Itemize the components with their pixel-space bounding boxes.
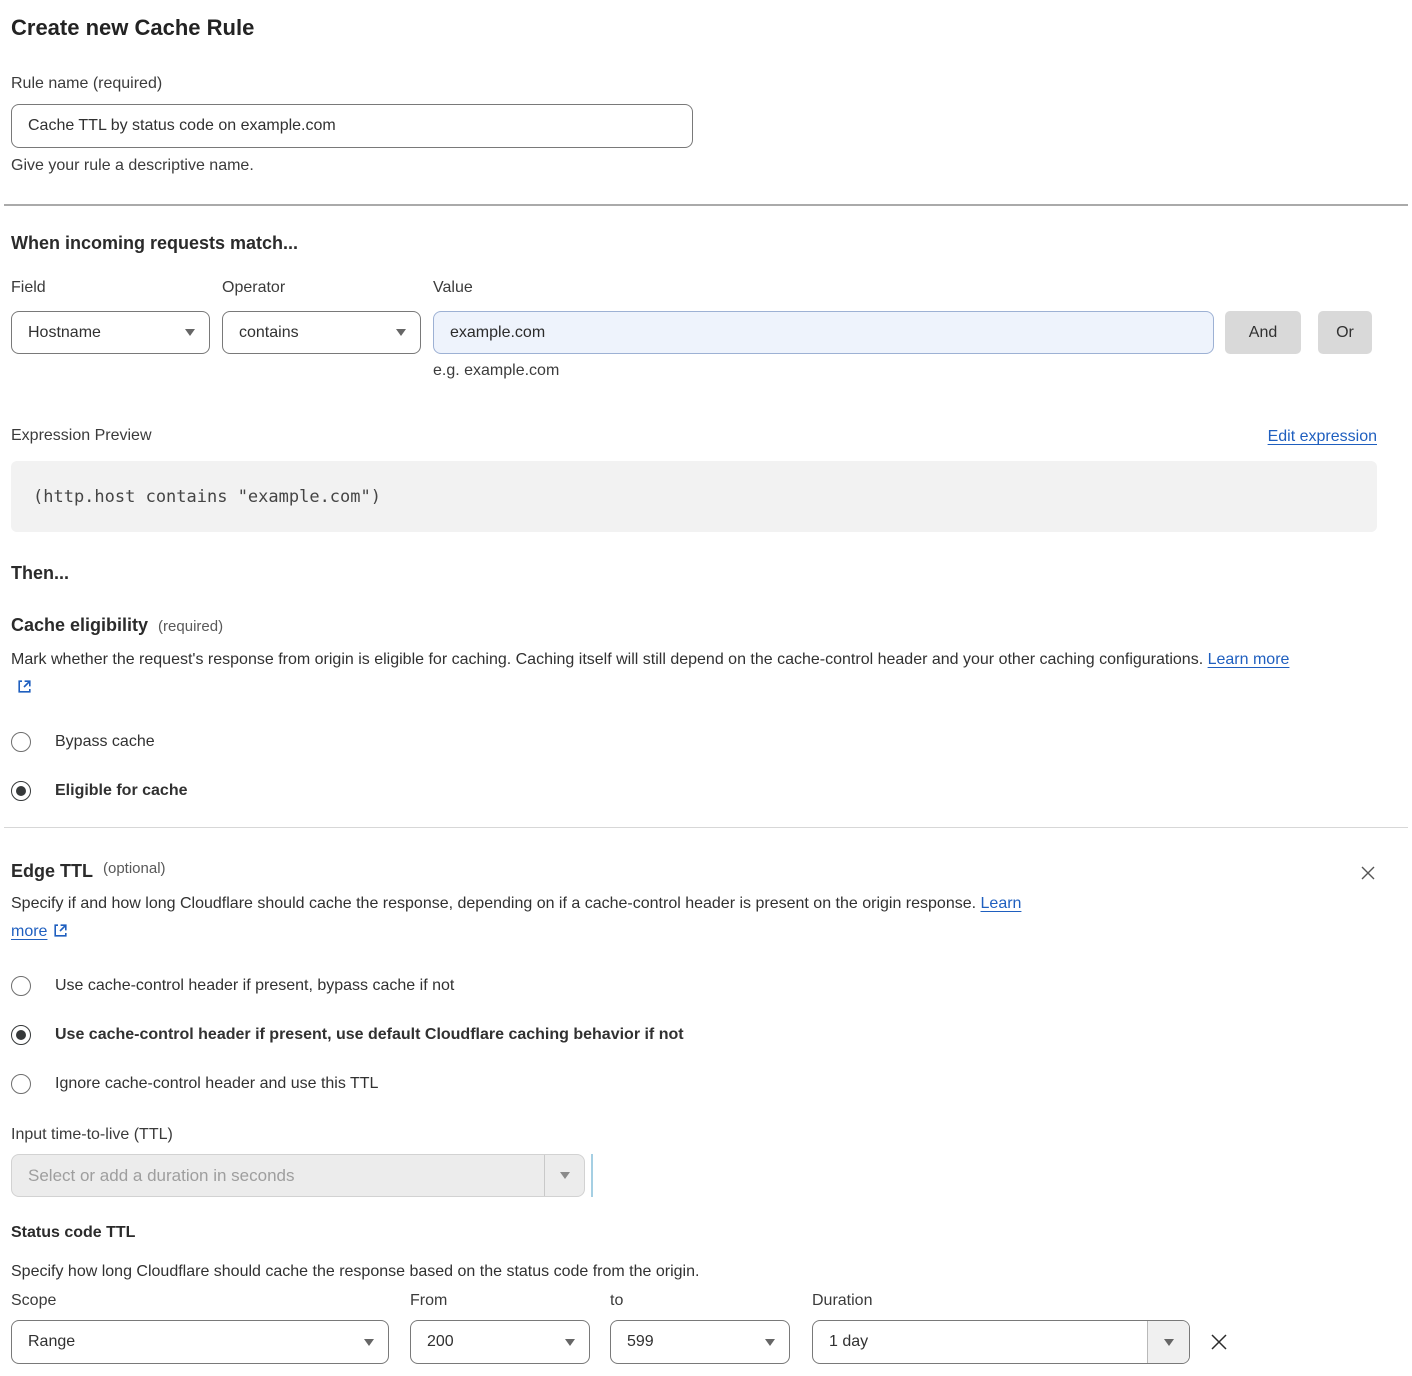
chevron-down-icon xyxy=(565,1339,575,1346)
radio-icon xyxy=(11,732,31,752)
value-label: Value xyxy=(433,278,1214,298)
radio-use-header-bypass[interactable]: Use cache-control header if present, byp… xyxy=(11,976,1377,996)
scope-select-value: Range xyxy=(28,1333,364,1351)
chevron-down-icon xyxy=(396,329,406,336)
from-label: From xyxy=(410,1291,590,1311)
ttl-select-placeholder: Select or add a duration in seconds xyxy=(12,1166,544,1186)
rule-name-label: Rule name (required) xyxy=(11,74,1377,94)
chevron-down-icon xyxy=(1147,1321,1189,1363)
match-section: When incoming requests match... Field Op… xyxy=(11,232,1377,380)
operator-label: Operator xyxy=(222,278,421,298)
radio-label: Eligible for cache xyxy=(55,782,187,800)
or-button[interactable]: Or xyxy=(1318,311,1372,354)
rule-name-helper: Give your rule a descriptive name. xyxy=(11,156,1377,176)
cache-eligibility-heading: Cache eligibility xyxy=(11,614,148,636)
operator-select[interactable]: contains xyxy=(222,311,421,354)
remove-row-icon[interactable] xyxy=(1208,1331,1230,1353)
radio-bypass-cache[interactable]: Bypass cache xyxy=(11,732,1377,752)
to-label: to xyxy=(610,1291,790,1311)
scope-label: Scope xyxy=(11,1291,389,1311)
radio-icon xyxy=(11,1074,31,1094)
cache-eligibility-qualifier: (required) xyxy=(158,618,223,635)
edge-ttl-qualifier: (optional) xyxy=(103,860,166,877)
expression-code: (http.host contains "example.com") xyxy=(33,487,381,507)
chevron-down-icon xyxy=(544,1155,584,1196)
ttl-input-label: Input time-to-live (TTL) xyxy=(11,1125,1377,1145)
chevron-down-icon xyxy=(765,1339,775,1346)
cache-eligibility-learn-more-link[interactable]: Learn more xyxy=(1208,651,1290,668)
and-button[interactable]: And xyxy=(1225,311,1301,354)
duration-select[interactable]: 1 day xyxy=(812,1320,1190,1364)
match-heading: When incoming requests match... xyxy=(11,232,1377,254)
section-divider xyxy=(4,204,1408,206)
page-title: Create new Cache Rule xyxy=(11,14,1377,42)
radio-eligible-for-cache[interactable]: Eligible for cache xyxy=(11,781,1377,801)
radio-label: Use cache-control header if present, use… xyxy=(55,1026,684,1044)
cache-eligibility-description: Mark whether the request's response from… xyxy=(11,646,1301,704)
scope-select[interactable]: Range xyxy=(11,1320,389,1364)
radio-label: Bypass cache xyxy=(55,733,155,751)
close-icon[interactable] xyxy=(1359,860,1377,882)
operator-select-value: contains xyxy=(239,324,396,342)
expression-preview-header: Expression Preview Edit expression xyxy=(11,426,1377,446)
status-code-ttl-heading: Status code TTL xyxy=(11,1224,1377,1242)
section-divider xyxy=(4,827,1408,828)
radio-ignore-header[interactable]: Ignore cache-control header and use this… xyxy=(11,1074,1377,1094)
expression-preview-box: (http.host contains "example.com") xyxy=(11,461,1377,532)
edge-ttl-header: Edge TTL (optional) xyxy=(11,860,1377,882)
to-select[interactable]: 599 xyxy=(610,1320,790,1364)
cache-eligibility-description-text: Mark whether the request's response from… xyxy=(11,651,1203,668)
from-select[interactable]: 200 xyxy=(410,1320,590,1364)
rule-name-input[interactable] xyxy=(11,104,693,148)
chevron-down-icon xyxy=(364,1339,374,1346)
status-code-ttl-description: Specify how long Cloudflare should cache… xyxy=(11,1262,1377,1282)
cache-eligibility-header: Cache eligibility (required) xyxy=(11,614,1377,636)
field-label: Field xyxy=(11,278,210,298)
radio-label: Use cache-control header if present, byp… xyxy=(55,977,454,995)
duration-label: Duration xyxy=(812,1291,1190,1311)
radio-selected-icon xyxy=(11,781,31,801)
duration-select-value: 1 day xyxy=(813,1333,1147,1351)
value-helper: e.g. example.com xyxy=(433,362,1377,380)
external-link-icon xyxy=(17,676,32,704)
edge-ttl-heading: Edge TTL xyxy=(11,860,93,882)
from-select-value: 200 xyxy=(427,1333,565,1351)
radio-label: Ignore cache-control header and use this… xyxy=(55,1075,378,1093)
ttl-duration-select[interactable]: Select or add a duration in seconds xyxy=(11,1154,585,1197)
radio-use-header-default[interactable]: Use cache-control header if present, use… xyxy=(11,1025,1377,1045)
external-link-icon xyxy=(53,920,68,948)
edge-ttl-description: Specify if and how long Cloudflare shoul… xyxy=(11,890,1041,948)
then-heading: Then... xyxy=(11,562,1377,584)
to-select-value: 599 xyxy=(627,1333,765,1351)
chevron-down-icon xyxy=(185,329,195,336)
value-input[interactable] xyxy=(433,311,1214,354)
edit-expression-link[interactable]: Edit expression xyxy=(1268,428,1377,446)
expression-preview-label: Expression Preview xyxy=(11,426,152,446)
field-select-value: Hostname xyxy=(28,324,185,342)
rule-name-section: Rule name (required) Give your rule a de… xyxy=(11,74,1377,176)
text-cursor xyxy=(591,1154,593,1197)
edge-ttl-description-text: Specify if and how long Cloudflare shoul… xyxy=(11,895,976,912)
radio-icon xyxy=(11,976,31,996)
field-select[interactable]: Hostname xyxy=(11,311,210,354)
radio-selected-icon xyxy=(11,1025,31,1045)
